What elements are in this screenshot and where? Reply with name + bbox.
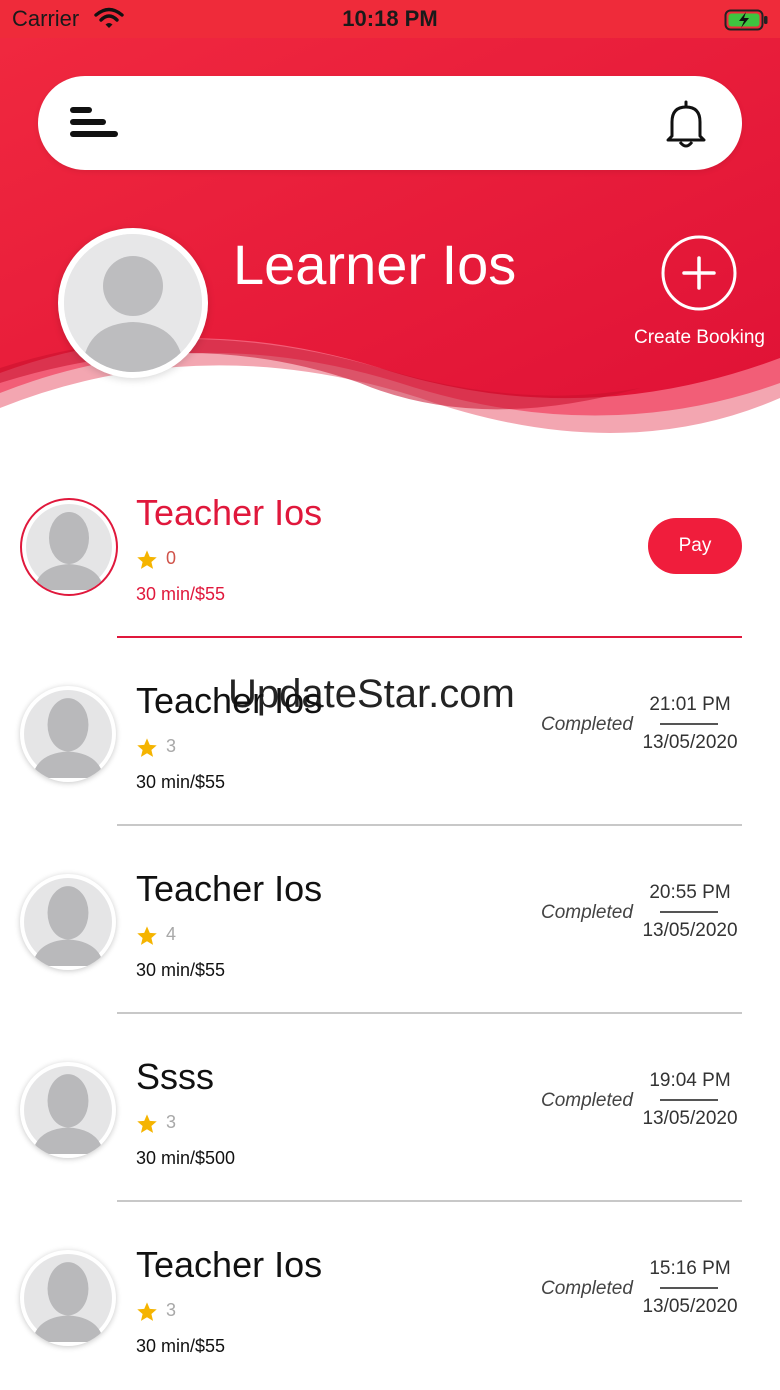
booking-time: 19:04 PM: [649, 1070, 731, 1091]
create-booking-label: Create Booking: [634, 327, 765, 348]
booking-time: 21:01 PM: [649, 694, 731, 715]
star-icon: [137, 738, 157, 757]
battery-icon: [724, 9, 768, 31]
avatar-placeholder-icon: [24, 690, 112, 778]
time-date-divider: [660, 723, 718, 725]
teacher-name: Teacher Ios: [136, 492, 323, 533]
avatar-placeholder-icon: [26, 504, 112, 590]
avatar-placeholder-icon: [24, 1066, 112, 1154]
booking-date: 13/05/2020: [642, 1296, 738, 1317]
teacher-avatar: [20, 1250, 116, 1346]
booking-time: 15:16 PM: [649, 1258, 731, 1279]
booking-status: Completed: [541, 1278, 633, 1299]
rating-value: 4: [166, 924, 177, 944]
booking-date: 13/05/2020: [642, 732, 738, 753]
star-icon: [137, 926, 157, 945]
time-date-divider: [660, 1287, 718, 1289]
teacher-name: Teacher Ios: [136, 1244, 323, 1285]
time-date-divider: [660, 1099, 718, 1101]
star-icon: [137, 550, 157, 569]
rating-value: 3: [166, 1112, 177, 1132]
pay-button[interactable]: Pay: [648, 518, 742, 574]
menu-line: [70, 107, 92, 113]
session-price: 30 min/$55: [136, 1336, 226, 1356]
time-date-divider: [660, 911, 718, 913]
rating-value: 3: [166, 736, 177, 756]
status-time: 10:18 PM: [342, 6, 438, 31]
booking-date: 13/05/2020: [642, 1108, 738, 1129]
plus-icon: [661, 235, 737, 311]
status-bar: Carrier 10:18 PM: [0, 0, 780, 38]
teacher-avatar: [20, 874, 116, 970]
rating-value: 0: [166, 548, 177, 568]
session-price: 30 min/$55: [136, 772, 226, 792]
list-item[interactable]: Teacher Ios 0 30 min/$55 Pay: [0, 450, 780, 638]
booking-status: Completed: [541, 714, 633, 735]
list-item[interactable]: Teacher Ios 4 30 min/$55 Completed 20:55…: [0, 826, 780, 1014]
teacher-name: Ssss: [136, 1056, 215, 1097]
teacher-avatar: [20, 686, 116, 782]
teacher-avatar: [20, 1062, 116, 1158]
menu-line: [70, 119, 106, 125]
booking-status: Completed: [541, 1090, 633, 1111]
list-item[interactable]: Teacher Ios 3 30 min/$55 Completed 21:01…: [0, 638, 780, 826]
menu-icon[interactable]: [70, 107, 118, 141]
list-item[interactable]: Ssss 3 30 min/$500 Completed 19:04 PM 13…: [0, 1014, 780, 1202]
booking-status: Completed: [541, 902, 633, 923]
rating-value: 3: [166, 1300, 177, 1320]
session-price: 30 min/$55: [136, 960, 226, 980]
list-item[interactable]: Teacher Ios 3 30 min/$55 Completed 15:16…: [0, 1202, 780, 1390]
star-icon: [137, 1302, 157, 1321]
top-bar: [38, 76, 742, 170]
create-booking-button[interactable]: Create Booking: [630, 234, 775, 354]
star-icon: [137, 1114, 157, 1133]
session-price: 30 min/$500: [136, 1148, 236, 1168]
booking-time: 20:55 PM: [649, 882, 731, 903]
booking-date: 13/05/2020: [642, 920, 738, 941]
bell-icon[interactable]: [660, 98, 712, 150]
watermark: UpdateStar.com: [228, 672, 515, 716]
session-price: 30 min/$55: [136, 584, 226, 604]
menu-line: [70, 131, 118, 137]
avatar-placeholder-icon: [64, 234, 202, 372]
avatar-placeholder-icon: [24, 1254, 112, 1342]
teacher-name: Teacher Ios: [136, 868, 323, 909]
profile-name: Learner Ios: [233, 233, 517, 296]
teacher-avatar: [20, 498, 118, 596]
booking-list: Teacher Ios 0 30 min/$55 Pay Teacher Ios…: [0, 450, 780, 1390]
profile-avatar[interactable]: [58, 228, 208, 378]
avatar-placeholder-icon: [24, 878, 112, 966]
